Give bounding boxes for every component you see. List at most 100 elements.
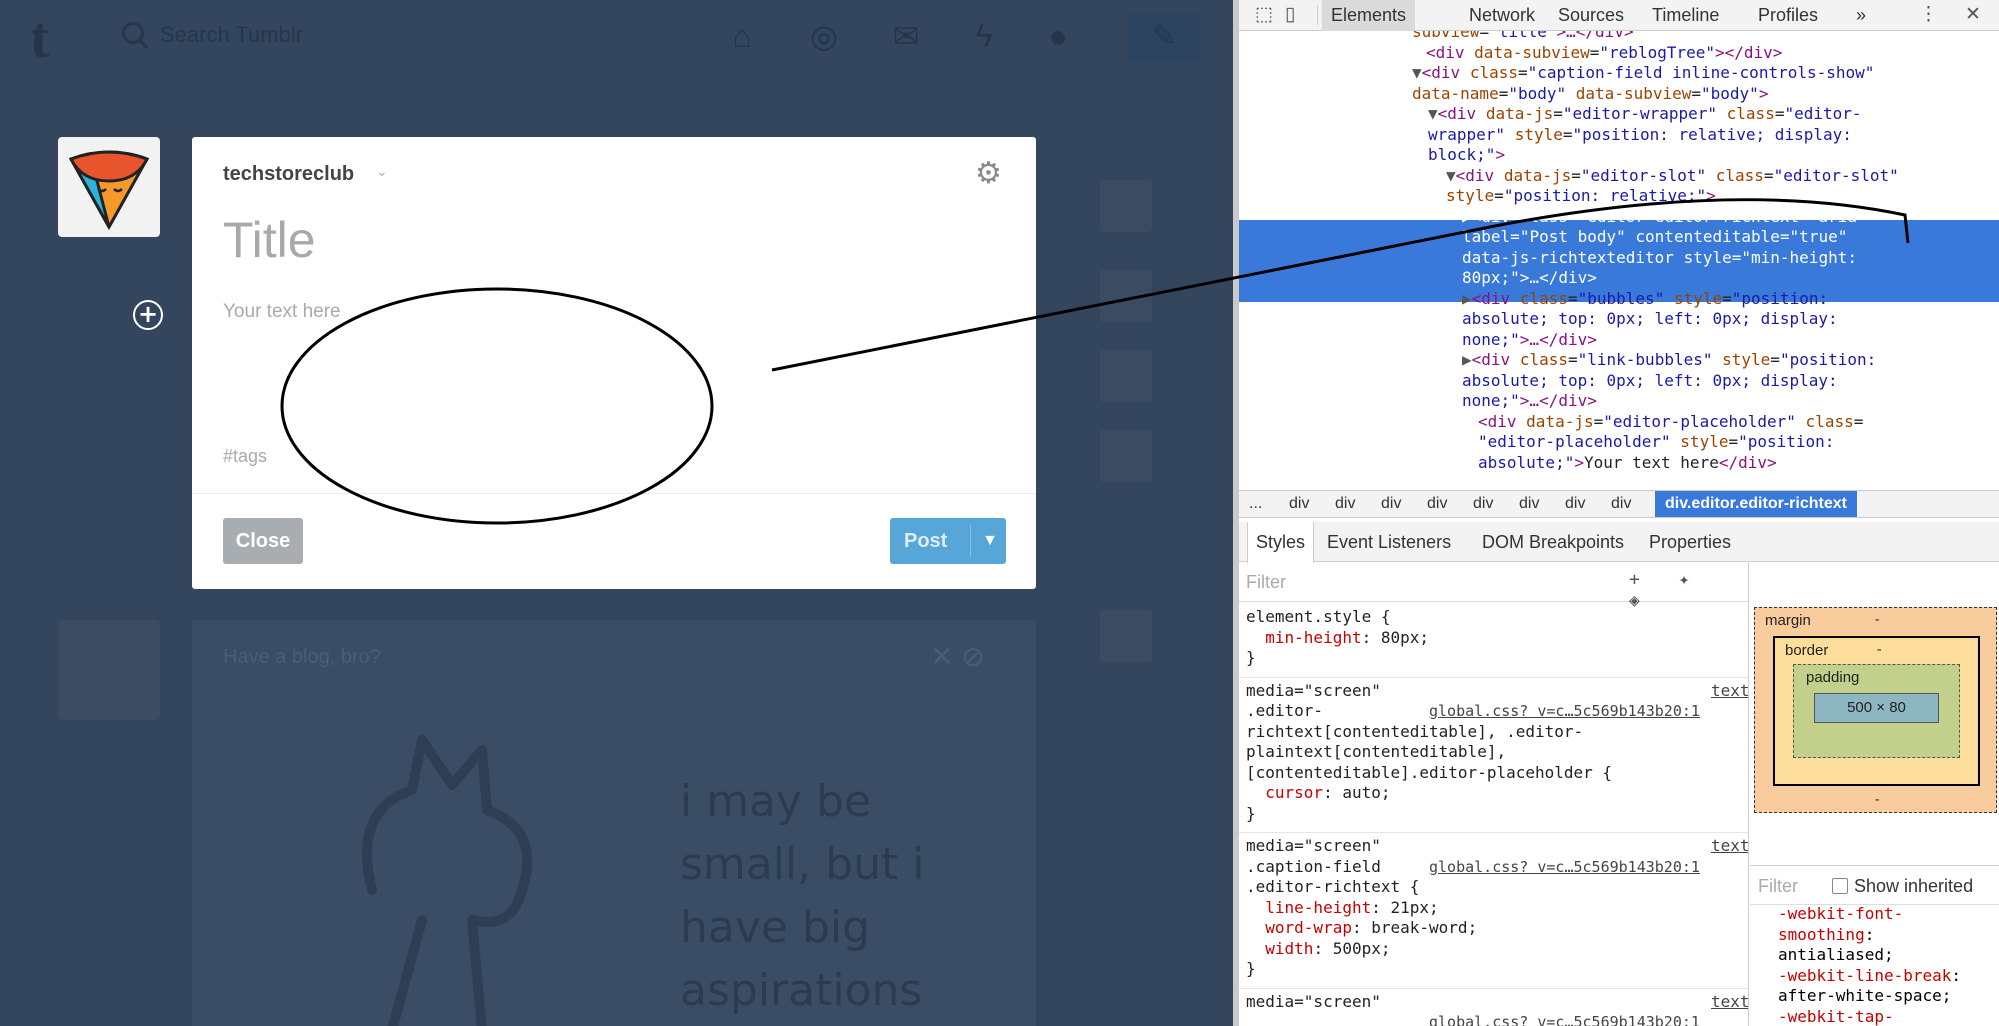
breadcrumb-item[interactable]: div bbox=[1611, 491, 1631, 517]
sidebar-tab-styles[interactable]: Styles bbox=[1247, 522, 1315, 563]
breadcrumb-item[interactable]: div bbox=[1427, 491, 1447, 517]
breadcrumb-item[interactable]: div bbox=[1519, 491, 1539, 517]
dom-node-line[interactable]: <div data-js="editor-placeholder" class= bbox=[1478, 412, 1863, 433]
css-property-name[interactable]: cursor bbox=[1246, 783, 1323, 802]
computed-property-name: -webkit-font- bbox=[1778, 904, 1904, 923]
css-property-value[interactable]: : 21px; bbox=[1371, 898, 1438, 917]
devtools-tab-elements[interactable]: Elements bbox=[1322, 0, 1416, 31]
dom-node-line[interactable]: wrapper" style="position: relative; disp… bbox=[1428, 125, 1852, 146]
breadcrumb-item[interactable]: ... bbox=[1249, 491, 1262, 517]
inspect-element-icon[interactable]: ⬚ bbox=[1255, 3, 1273, 26]
chevron-down-icon[interactable]: ⌄ bbox=[376, 163, 388, 180]
css-property-value[interactable]: : 500px; bbox=[1313, 939, 1390, 958]
styles-filter-input[interactable]: Filter bbox=[1246, 572, 1286, 593]
devtools-tab-sources[interactable]: Sources bbox=[1549, 0, 1633, 31]
title-input[interactable]: Title bbox=[223, 211, 316, 269]
show-inherited-checkbox[interactable] bbox=[1832, 878, 1848, 894]
rule-source-link[interactable]: global.css? v=c…5c569b143b20:1 bbox=[1429, 857, 1700, 878]
dom-node-line[interactable]: none;">…</div> bbox=[1462, 391, 1597, 412]
dom-node-selected-line[interactable]: data-js-richtexteditor style="min-height… bbox=[1462, 248, 1857, 269]
breadcrumb-item[interactable]: div bbox=[1473, 491, 1493, 517]
breadcrumb-item[interactable]: div bbox=[1565, 491, 1585, 517]
computed-property-line: -webkit-font- bbox=[1778, 904, 1998, 925]
rule-source-type[interactable]: text bbox=[1711, 836, 1748, 857]
css-property-value[interactable]: : break-word; bbox=[1352, 918, 1477, 937]
dom-token: = bbox=[1731, 247, 1742, 267]
blog-avatar[interactable] bbox=[58, 137, 160, 237]
dom-token: = bbox=[1571, 165, 1581, 185]
dom-token: <div bbox=[1471, 350, 1520, 369]
post-body-editor[interactable]: Your text here bbox=[223, 301, 341, 323]
more-options-icon[interactable]: ⋮ bbox=[1919, 3, 1938, 26]
device-mode-icon[interactable]: ▯ bbox=[1285, 3, 1295, 26]
account-icon[interactable]: ● bbox=[1040, 18, 1076, 54]
devtools-tab-timeline[interactable]: Timeline bbox=[1643, 0, 1728, 31]
css-property-name[interactable]: line-height bbox=[1246, 898, 1371, 917]
add-icon[interactable]: + bbox=[133, 300, 163, 330]
dom-node-line[interactable]: block;"> bbox=[1428, 145, 1505, 166]
css-property-value[interactable]: : 80px; bbox=[1362, 628, 1429, 647]
dom-token: = bbox=[1517, 63, 1528, 82]
sidebar-tab-event-listeners[interactable]: Event Listeners bbox=[1327, 522, 1451, 562]
devtools-tab-profiles[interactable]: Profiles bbox=[1749, 0, 1827, 31]
css-property-name[interactable]: word-wrap bbox=[1246, 918, 1352, 937]
dom-token: "position: bbox=[1731, 288, 1829, 308]
close-icon[interactable]: ✕ bbox=[1965, 3, 1981, 26]
dom-tree[interactable]: subview="title">…</div> <div data-subview… bbox=[1239, 31, 1999, 486]
breadcrumb-item-active[interactable]: div.editor.editor-richtext bbox=[1655, 491, 1857, 517]
devtools-tab-more[interactable]: » bbox=[1847, 0, 1875, 31]
tags-input[interactable]: #tags bbox=[223, 446, 267, 467]
css-property-value[interactable]: : auto; bbox=[1323, 783, 1390, 802]
rule-source-link[interactable]: global.css? v=c…5c569b143b20:1 bbox=[1429, 701, 1700, 722]
rule-source-type[interactable]: text bbox=[1711, 681, 1748, 702]
search-icon[interactable] bbox=[122, 22, 144, 44]
sidebar-tab-dom-breakpoints[interactable]: DOM Breakpoints bbox=[1482, 522, 1624, 562]
blog-selector[interactable]: techstoreclub bbox=[223, 163, 354, 186]
devtools-tab-network[interactable]: Network bbox=[1460, 0, 1544, 31]
dom-node-line[interactable]: <div data-subview="reblogTree"></div> bbox=[1426, 43, 1782, 64]
dom-token: <div bbox=[1455, 165, 1504, 185]
gear-icon[interactable]: ⚙ bbox=[975, 159, 1002, 189]
dom-token: data-js bbox=[1526, 411, 1594, 431]
close-button[interactable]: Close bbox=[223, 518, 303, 564]
rule-media-query: media="screen" bbox=[1246, 680, 1381, 700]
breadcrumb-item[interactable]: div bbox=[1335, 491, 1355, 517]
dom-node-line[interactable]: style="position: relative;"> bbox=[1446, 186, 1716, 207]
home-icon[interactable]: ⌂ bbox=[724, 18, 760, 54]
dom-token: Your text here bbox=[1583, 452, 1719, 472]
dom-node-line[interactable]: ▼<div data-js="editor-slot" class="edito… bbox=[1446, 166, 1899, 187]
dom-node-line[interactable]: subview="title">…</div> bbox=[1412, 31, 1634, 43]
dom-node-selected-line[interactable]: 80px;">…</div> bbox=[1462, 268, 1597, 289]
dom-node-line[interactable]: absolute;">Your text here</div> bbox=[1478, 453, 1777, 474]
rule-source-link[interactable]: global.css? v=c…5c569b143b20:1 bbox=[1429, 1012, 1700, 1026]
breadcrumb-item[interactable]: div bbox=[1289, 491, 1309, 517]
dom-node-line[interactable]: absolute; top: 0px; left: 0px; display: bbox=[1462, 371, 1838, 392]
search-input[interactable]: Search Tumblr bbox=[160, 22, 303, 48]
tumblr-logo[interactable]: t bbox=[30, 4, 49, 71]
dom-node-line[interactable]: ▼<div data-js="editor-wrapper" class="ed… bbox=[1428, 104, 1862, 125]
rule-source-type[interactable]: text bbox=[1711, 992, 1748, 1013]
activity-icon[interactable]: ϟ bbox=[966, 18, 1002, 54]
dom-node-line[interactable]: data-name="body" data-subview="body"> bbox=[1412, 84, 1768, 105]
post-button[interactable]: Post ▼ bbox=[890, 518, 1006, 564]
compose-button[interactable]: ✎ bbox=[1128, 12, 1200, 62]
post-text: i may be small, but i have big aspiratio… bbox=[680, 776, 925, 1016]
dom-node-selected-line[interactable]: ▶<div class="editor editor-richtext" ari… bbox=[1462, 207, 1867, 228]
dom-node-line[interactable]: absolute; top: 0px; left: 0px; display: bbox=[1462, 309, 1838, 330]
dom-node-line[interactable]: none;">…</div> bbox=[1462, 330, 1597, 351]
css-property-name[interactable]: min-height bbox=[1246, 628, 1361, 647]
inbox-icon[interactable]: ✉ bbox=[888, 18, 924, 54]
dom-node-line[interactable]: ▶<div class="link-bubbles" style="positi… bbox=[1462, 350, 1876, 371]
computed-filter-input[interactable]: Filter bbox=[1758, 876, 1798, 897]
dom-node-selected-line[interactable]: label="Post body" contenteditable="true" bbox=[1462, 227, 1847, 248]
explore-icon[interactable]: ◎ bbox=[806, 18, 842, 54]
css-property-name[interactable]: width bbox=[1246, 939, 1313, 958]
dom-node-line[interactable]: ▶<div class="bubbles" style="position: bbox=[1462, 289, 1828, 310]
dom-token: style bbox=[1514, 124, 1563, 144]
style-tools-icons[interactable]: + ✦ ◈ bbox=[1629, 569, 1748, 611]
dom-node-line[interactable]: "editor-placeholder" style="position: bbox=[1478, 432, 1834, 453]
dom-node-line[interactable]: ▼<div class="caption-field inline-contro… bbox=[1412, 63, 1874, 84]
sidebar-tab-properties[interactable]: Properties bbox=[1649, 522, 1731, 562]
chevron-down-icon[interactable]: ▼ bbox=[978, 518, 1002, 564]
breadcrumb-item[interactable]: div bbox=[1381, 491, 1401, 517]
